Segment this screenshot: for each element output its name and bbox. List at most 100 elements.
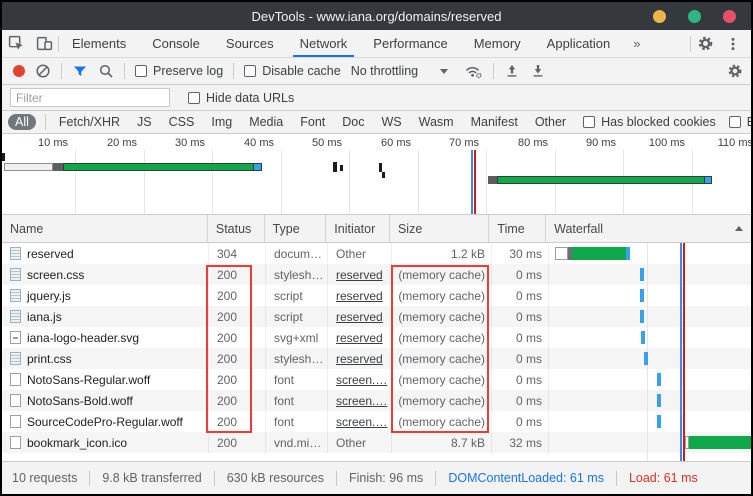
request-row[interactable]: iana-logo-header.svg200svg+xmlreserved(m… — [2, 327, 751, 348]
request-row[interactable]: NotoSans-Bold.woff200fontscreen.…(memory… — [2, 390, 751, 411]
maximize-button[interactable] — [688, 10, 701, 23]
type-filter-all[interactable]: All — [8, 114, 36, 130]
preserve-log-checkbox[interactable] — [135, 65, 147, 77]
network-settings-button[interactable] — [727, 63, 743, 79]
type-filter-js[interactable]: JS — [133, 114, 156, 130]
tab-memory[interactable]: Memory — [461, 30, 534, 57]
column-header-waterfall[interactable]: Waterfall — [546, 215, 751, 242]
load-summary: Load: 61 ms — [629, 471, 698, 485]
close-button[interactable] — [723, 10, 736, 23]
type-filter-css[interactable]: CSS — [165, 114, 199, 130]
column-header-type[interactable]: Type — [265, 215, 327, 242]
request-name-cell[interactable]: SourceCodePro-Regular.woff — [2, 411, 209, 432]
request-row[interactable]: jquery.js200scriptreserved(memory cache)… — [2, 285, 751, 306]
type-filter-doc[interactable]: Doc — [338, 114, 368, 130]
initiator-cell: screen.… — [328, 369, 392, 390]
clear-network-log-button[interactable] — [35, 63, 51, 79]
hide-data-urls-option[interactable]: Hide data URLs — [188, 91, 294, 105]
overview-request-mark — [2, 153, 5, 161]
tab-application[interactable]: Application — [534, 30, 624, 57]
request-row[interactable]: bookmark_icon.ico200vnd.mi…Other8.7 kB32… — [2, 432, 751, 453]
record-network-log-button[interactable] — [13, 65, 25, 77]
request-name-cell[interactable]: NotoSans-Bold.woff — [2, 390, 209, 411]
import-har-button[interactable] — [504, 63, 520, 79]
type-filter-media[interactable]: Media — [245, 114, 287, 130]
type-filter-fetch-xhr[interactable]: Fetch/XHR — [55, 114, 124, 130]
settings-button[interactable] — [691, 30, 719, 57]
hide-data-urls-checkbox[interactable] — [188, 92, 200, 104]
search-button[interactable] — [98, 63, 114, 79]
request-row[interactable]: reserved304docum…Other1.2 kB30 ms — [2, 243, 751, 264]
initiator-link[interactable]: reserved — [336, 352, 383, 366]
tab-sources[interactable]: Sources — [213, 30, 287, 57]
type-cell: stylesh… — [266, 348, 328, 369]
request-name-cell[interactable]: iana-logo-header.svg — [2, 327, 209, 348]
overview-tick-label: 90 ms — [586, 137, 616, 149]
column-header-initiator[interactable]: Initiator — [326, 215, 390, 242]
device-toolbar-button[interactable] — [30, 30, 58, 57]
disable-cache-option[interactable]: Disable cache — [244, 64, 341, 78]
initiator-link[interactable]: reserved — [336, 268, 383, 282]
overview-gridline — [349, 150, 350, 214]
column-header-size[interactable]: Size — [390, 215, 489, 242]
column-header-time[interactable]: Time — [489, 215, 546, 242]
gear-icon — [697, 35, 714, 52]
initiator-cell: reserved — [328, 348, 392, 369]
blocked-requests-option[interactable]: Blocked Requests — [729, 115, 751, 129]
filter-toggle-button[interactable] — [72, 63, 88, 79]
type-filter-ws[interactable]: WS — [377, 114, 405, 130]
preserve-log-option[interactable]: Preserve log — [135, 64, 223, 78]
type-filter-font[interactable]: Font — [296, 114, 329, 130]
inspect-element-button[interactable] — [2, 30, 30, 57]
type-filter-other[interactable]: Other — [531, 114, 570, 130]
request-name-cell[interactable]: jquery.js — [2, 285, 209, 306]
blocked-requests-checkbox[interactable] — [729, 116, 741, 128]
waterfall-cell — [549, 327, 751, 348]
request-row[interactable]: print.css200stylesh…reserved(memory cach… — [2, 348, 751, 369]
initiator-link[interactable]: reserved — [336, 310, 383, 324]
initiator-link[interactable]: screen.… — [336, 394, 387, 408]
type-filter-manifest[interactable]: Manifest — [467, 114, 522, 130]
column-header-name[interactable]: Name — [2, 215, 208, 242]
request-name: screen.css — [27, 268, 84, 282]
initiator-link[interactable]: screen.… — [336, 373, 387, 387]
waterfall-bar-blue — [640, 268, 644, 281]
request-name-cell[interactable]: screen.css — [2, 264, 209, 285]
request-row[interactable]: iana.js200scriptreserved(memory cache)0 … — [2, 306, 751, 327]
request-name-cell[interactable]: NotoSans-Regular.woff — [2, 369, 209, 390]
devtools-menu-button[interactable] — [719, 30, 747, 57]
request-name-cell[interactable]: iana.js — [2, 306, 209, 327]
request-row[interactable]: SourceCodePro-Regular.woff200fontscreen.… — [2, 411, 751, 432]
has-blocked-cookies-checkbox[interactable] — [583, 116, 595, 128]
request-row[interactable]: screen.css200stylesh…reserved(memory cac… — [2, 264, 751, 285]
export-har-button[interactable] — [530, 63, 546, 79]
file-icon — [10, 394, 21, 407]
size-cell: (memory cache) — [392, 327, 492, 348]
request-name-cell[interactable]: print.css — [2, 348, 209, 369]
initiator-cell: reserved — [328, 285, 392, 306]
type-filter-img[interactable]: Img — [207, 114, 236, 130]
tab-performance[interactable]: Performance — [360, 30, 460, 57]
filter-input[interactable] — [10, 88, 170, 107]
network-conditions-button[interactable] — [464, 63, 483, 80]
more-tabs-button[interactable]: » — [623, 30, 650, 57]
waterfall-cell — [549, 348, 751, 369]
throttling-select[interactable]: No throttling — [351, 64, 448, 78]
disable-cache-checkbox[interactable] — [244, 65, 256, 77]
waterfall-bar-blue — [640, 289, 644, 302]
initiator-link[interactable]: screen.… — [336, 415, 387, 429]
initiator-link[interactable]: reserved — [336, 331, 383, 345]
network-overview-timeline[interactable]: 10 ms20 ms30 ms40 ms50 ms60 ms70 ms80 ms… — [2, 134, 751, 215]
overview-gridline — [212, 150, 213, 214]
request-name-cell[interactable]: reserved — [2, 243, 209, 264]
minimize-button[interactable] — [653, 10, 666, 23]
initiator-link[interactable]: reserved — [336, 289, 383, 303]
tab-console[interactable]: Console — [139, 30, 213, 57]
tab-elements[interactable]: Elements — [59, 30, 139, 57]
tab-network[interactable]: Network — [287, 30, 361, 57]
column-header-status[interactable]: Status — [208, 215, 265, 242]
type-filter-wasm[interactable]: Wasm — [415, 114, 458, 130]
request-row[interactable]: NotoSans-Regular.woff200fontscreen.…(mem… — [2, 369, 751, 390]
request-name-cell[interactable]: bookmark_icon.ico — [2, 432, 209, 453]
has-blocked-cookies-option[interactable]: Has blocked cookies — [583, 115, 716, 129]
